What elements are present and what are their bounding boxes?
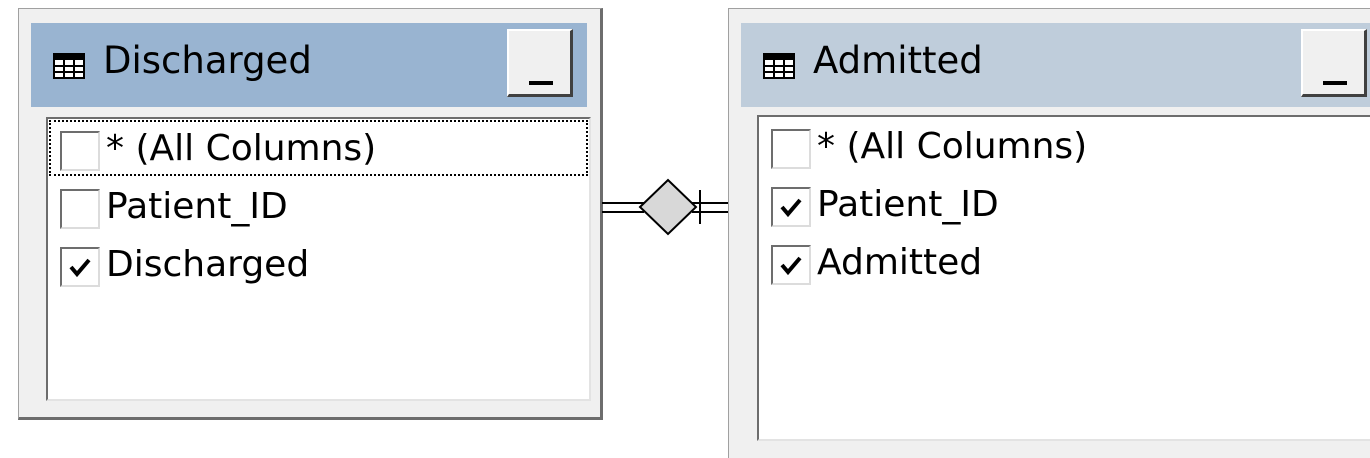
minimize-icon [529, 81, 553, 85]
checkmark-icon [780, 198, 802, 218]
table-grid-icon [53, 53, 85, 79]
column-checkbox[interactable] [771, 245, 811, 285]
column-checkbox[interactable] [60, 189, 100, 229]
column-checkbox[interactable] [60, 131, 100, 171]
column-list[interactable]: * (All Columns) Patient_ID Admitted [757, 115, 1370, 441]
column-row-discharged[interactable]: Discharged [48, 235, 589, 293]
column-label: Admitted [817, 242, 983, 283]
column-row-all-columns[interactable]: * (All Columns) [48, 119, 589, 177]
column-label: Discharged [106, 244, 310, 285]
join-diamond-icon[interactable] [600, 170, 740, 260]
column-label: * (All Columns) [817, 126, 1088, 167]
table-window-admitted[interactable]: Admitted * (All Columns) Patient_ID Admi… [728, 8, 1370, 458]
table-grid-icon [763, 53, 795, 79]
column-checkbox[interactable] [771, 129, 811, 169]
minimize-icon [1323, 81, 1347, 85]
column-label: Patient_ID [817, 184, 999, 225]
titlebar-admitted[interactable]: Admitted [741, 23, 1370, 107]
column-row-patient-id[interactable]: Patient_ID [48, 177, 589, 235]
column-row-admitted[interactable]: Admitted [759, 233, 1370, 291]
titlebar-discharged[interactable]: Discharged [31, 23, 587, 107]
table-title: Discharged [103, 39, 312, 82]
column-list[interactable]: * (All Columns) Patient_ID Discharged [46, 117, 591, 401]
minimize-button[interactable] [1301, 29, 1367, 97]
minimize-button[interactable] [507, 29, 573, 97]
column-checkbox[interactable] [771, 187, 811, 227]
column-label: Patient_ID [106, 186, 288, 227]
column-label: * (All Columns) [106, 128, 377, 169]
checkmark-icon [780, 256, 802, 276]
column-row-all-columns[interactable]: * (All Columns) [759, 117, 1370, 175]
checkmark-icon [69, 258, 91, 278]
table-window-discharged[interactable]: Discharged * (All Columns) Patient_ID Di… [18, 8, 603, 420]
column-checkbox[interactable] [60, 247, 100, 287]
table-title: Admitted [813, 39, 983, 82]
column-row-patient-id[interactable]: Patient_ID [759, 175, 1370, 233]
